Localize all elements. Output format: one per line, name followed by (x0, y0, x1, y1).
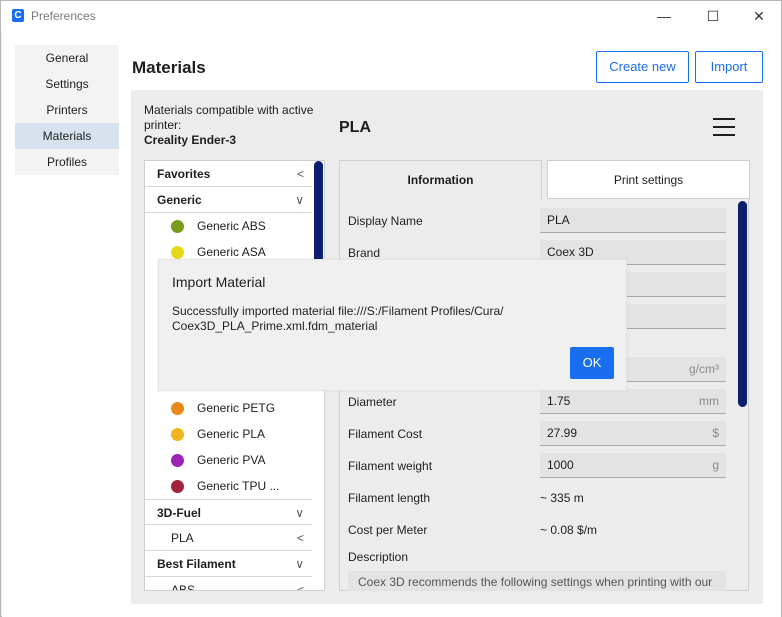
chevron-left-icon: < (296, 583, 304, 591)
category-3d-fuel[interactable]: 3D-Fuel ∨ (145, 499, 312, 525)
chevron-left-icon: < (296, 167, 304, 181)
material-name: Generic PETG (197, 401, 276, 415)
description-label: Description (348, 550, 409, 564)
filament-cost-label: Filament Cost (348, 427, 423, 441)
list-item[interactable]: Generic ABS (145, 213, 312, 239)
brand-label: Brand (348, 246, 381, 260)
details-scrollbar[interactable] (738, 201, 747, 407)
active-printer-name: Creality Ender-3 (144, 133, 237, 147)
list-item[interactable]: Generic TPU ... (145, 473, 312, 499)
filament-length-label: Filament length (348, 491, 431, 505)
import-button[interactable]: Import (695, 51, 763, 83)
sidebar-item-profiles[interactable]: Profiles (15, 149, 119, 175)
color-swatch-icon (171, 480, 184, 493)
diameter-value: 1.75 (547, 394, 571, 408)
sidebar-nav: General Settings Printers Materials Prof… (15, 45, 119, 175)
filament-length-value: ~ 335 m (540, 491, 584, 505)
filament-weight-unit: g (712, 458, 719, 472)
description-field[interactable]: Coex 3D recommends the following setting… (348, 571, 726, 591)
tab-print-settings[interactable]: Print settings (547, 160, 750, 199)
category-generic[interactable]: Generic ∨ (145, 187, 312, 213)
sidebar-item-settings[interactable]: Settings (15, 71, 119, 97)
material-name: Generic PLA (197, 427, 266, 441)
subcategory-abs[interactable]: ABS < (145, 577, 312, 591)
hamburger-menu-icon[interactable] (713, 118, 735, 138)
dialog-message: Successfully imported material file:///S… (172, 304, 504, 333)
close-icon[interactable]: ✕ (736, 1, 782, 31)
color-swatch-icon (171, 402, 184, 415)
display-name-field[interactable]: PLA (540, 208, 726, 233)
maximize-icon[interactable]: ☐ (690, 1, 736, 31)
color-swatch-icon (171, 246, 184, 259)
density-unit: g/cm³ (689, 362, 719, 376)
material-name: Generic ABS (197, 219, 266, 233)
color-swatch-icon (171, 220, 184, 233)
filament-cost-field[interactable]: 27.99 $ (540, 421, 726, 446)
subcategory-label: ABS (171, 583, 196, 591)
category-favorites[interactable]: Favorites < (145, 161, 312, 187)
list-item[interactable]: Generic PLA (145, 421, 312, 447)
list-item[interactable]: Generic PVA (145, 447, 312, 473)
chevron-left-icon: < (296, 531, 304, 545)
category-label: 3D-Fuel (157, 506, 202, 520)
material-name: Generic TPU ... (197, 479, 280, 493)
filament-cost-unit: $ (712, 426, 719, 440)
filament-weight-label: Filament weight (348, 459, 433, 473)
diameter-label: Diameter (348, 395, 397, 409)
subcategory-pla[interactable]: PLA < (145, 525, 312, 551)
chevron-down-icon: ∨ (295, 557, 304, 571)
dialog-title: Import Material (172, 274, 266, 290)
page-title: Materials (132, 58, 206, 77)
diameter-field[interactable]: 1.75 mm (540, 389, 726, 414)
color-swatch-icon (171, 428, 184, 441)
compatibility-text: Materials compatible with active printer… (144, 103, 314, 132)
filament-cost-value: 27.99 (547, 426, 578, 440)
import-material-dialog: Import Material Successfully imported ma… (158, 259, 627, 391)
filament-weight-field[interactable]: 1000 g (540, 453, 726, 478)
ok-button[interactable]: OK (570, 347, 614, 379)
preferences-window: C Preferences — ☐ ✕ General Settings Pri… (0, 0, 782, 617)
create-new-button[interactable]: Create new (596, 51, 689, 83)
category-best-filament[interactable]: Best Filament ∨ (145, 551, 312, 577)
sidebar-item-materials[interactable]: Materials (15, 123, 119, 149)
display-name-label: Display Name (348, 214, 423, 228)
cura-app-icon: C (12, 9, 24, 22)
cost-per-meter-value: ~ 0.08 $/m (540, 523, 598, 537)
diameter-unit: mm (699, 394, 719, 408)
sidebar-item-printers[interactable]: Printers (15, 97, 119, 123)
category-label: Best Filament (157, 557, 236, 571)
compatibility-info: Materials compatible with active printer… (144, 103, 324, 148)
category-label: Favorites (157, 167, 211, 181)
list-item[interactable]: Generic PETG (145, 395, 312, 421)
filament-weight-value: 1000 (547, 458, 574, 472)
color-swatch-icon (171, 454, 184, 467)
subcategory-label: PLA (171, 531, 194, 545)
material-name: Generic PVA (197, 453, 266, 467)
window-title: Preferences (31, 9, 96, 23)
cost-per-meter-label: Cost per Meter (348, 523, 428, 537)
tab-information[interactable]: Information (339, 160, 542, 200)
title-bar: C Preferences — ☐ ✕ (1, 1, 781, 31)
category-label: Generic (157, 193, 202, 207)
chevron-down-icon: ∨ (295, 506, 304, 520)
material-title: PLA (339, 119, 371, 136)
minimize-icon[interactable]: — (641, 1, 687, 31)
sidebar-item-general[interactable]: General (15, 45, 119, 71)
chevron-down-icon: ∨ (295, 193, 304, 207)
